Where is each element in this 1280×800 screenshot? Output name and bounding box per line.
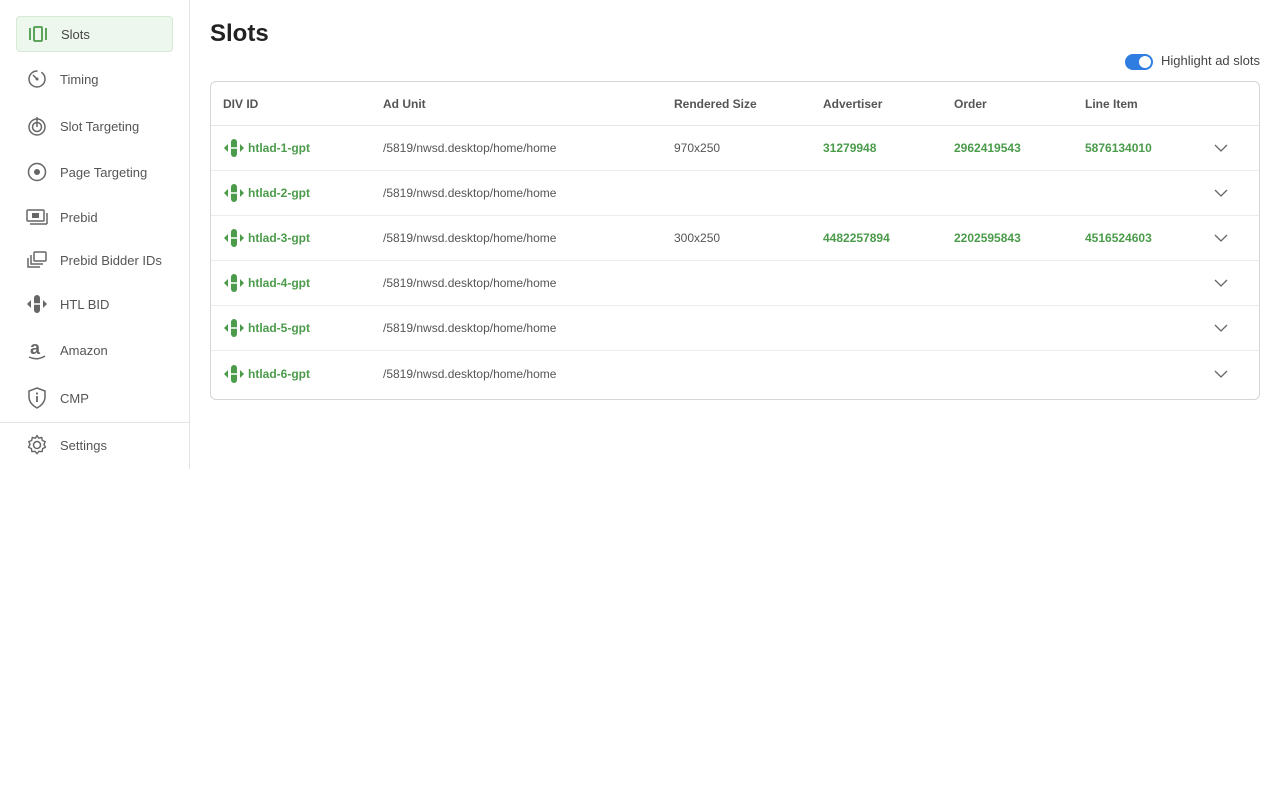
div-id-cell: htlad-5-gpt (223, 317, 310, 339)
sidebar-item-htl-bid[interactable]: HTL BID (16, 286, 173, 322)
svg-text:a: a (30, 339, 41, 358)
page-title: Slots (210, 20, 269, 47)
gpt-slot-icon (223, 272, 245, 294)
line-item-link[interactable]: 5876134010 (1085, 141, 1152, 155)
div-id-text: htlad-3-gpt (248, 231, 310, 245)
timing-icon (26, 68, 48, 90)
sidebar-item-label: Slot Targeting (60, 118, 140, 134)
sidebar-item-prebid[interactable]: Prebid (16, 199, 173, 235)
gpt-slot-icon (223, 182, 245, 204)
cmp-shield-icon (26, 387, 48, 409)
div-id-cell: htlad-4-gpt (223, 272, 310, 294)
table-row[interactable]: htlad-5-gpt /5819/nwsd.desktop/home/home (211, 306, 1259, 351)
gpt-slot-icon (223, 317, 245, 339)
advertiser-link[interactable]: 31279948 (823, 141, 876, 155)
sidebar-item-cmp[interactable]: CMP (16, 380, 173, 416)
sidebar-item-settings[interactable]: Settings (16, 427, 173, 463)
sidebar-item-label: Prebid (60, 209, 98, 225)
sidebar-item-timing[interactable]: Timing (16, 61, 173, 97)
sidebar-item-prebid-bidder-ids[interactable]: Prebid Bidder IDs (16, 242, 173, 278)
sidebar-item-label: Prebid Bidder IDs (60, 252, 162, 268)
ad-unit-cell: /5819/nwsd.desktop/home/home (383, 231, 557, 245)
sidebar-item-label: Amazon (60, 342, 108, 358)
div-id-text: htlad-2-gpt (248, 186, 310, 200)
gpt-slot-icon (223, 227, 245, 249)
rendered-size-cell: 970x250 (674, 141, 721, 155)
sidebar-item-label: Page Targeting (60, 164, 148, 180)
slot-targeting-icon (26, 115, 48, 137)
div-id-text: htlad-5-gpt (248, 321, 310, 335)
sidebar-divider (0, 422, 190, 423)
div-id-text: htlad-6-gpt (248, 366, 310, 381)
chevron-down-icon[interactable] (1211, 364, 1231, 384)
slots-table: DIV ID Ad Unit Rendered Size Advertiser … (210, 81, 1260, 400)
gpt-slot-icon (223, 137, 245, 159)
chevron-down-icon[interactable] (1211, 138, 1231, 158)
div-id-text: htlad-1-gpt (248, 141, 310, 155)
htl-bid-icon (26, 293, 48, 315)
ad-unit-cell: /5819/nwsd.desktop/home/home (383, 186, 557, 200)
div-id-cell: htlad-6-gpt (223, 363, 310, 385)
toggle-knob (1139, 56, 1151, 68)
line-item-link[interactable]: 4516524603 (1085, 231, 1152, 245)
div-id-text: htlad-4-gpt (248, 276, 310, 290)
ad-unit-cell: /5819/nwsd.desktop/home/home (383, 366, 557, 381)
table-row[interactable]: htlad-4-gpt /5819/nwsd.desktop/home/home (211, 261, 1259, 306)
sidebar-item-label: CMP (60, 390, 89, 406)
prebid-bidder-ids-icon (26, 249, 48, 271)
column-header-ad-unit: Ad Unit (383, 96, 426, 111)
rendered-size-cell: 300x250 (674, 231, 721, 245)
column-header-line-item: Line Item (1085, 96, 1138, 111)
slots-icon (27, 23, 49, 45)
sidebar-item-slots[interactable]: Slots (16, 16, 173, 52)
ad-unit-cell: /5819/nwsd.desktop/home/home (383, 321, 557, 335)
table-row[interactable]: htlad-6-gpt /5819/nwsd.desktop/home/home (211, 351, 1259, 396)
chevron-down-icon[interactable] (1211, 183, 1231, 203)
highlight-ad-slots-toggle[interactable] (1125, 54, 1153, 70)
gpt-slot-icon (223, 363, 245, 385)
sidebar-item-page-targeting[interactable]: Page Targeting (16, 154, 173, 190)
amazon-icon: a (26, 339, 48, 361)
div-id-cell: htlad-1-gpt (223, 137, 310, 159)
div-id-cell: htlad-3-gpt (223, 227, 310, 249)
column-header-order: Order (954, 96, 987, 111)
chevron-down-icon[interactable] (1211, 318, 1231, 338)
table-row[interactable]: htlad-2-gpt /5819/nwsd.desktop/home/home (211, 171, 1259, 216)
sidebar-item-label: HTL BID (60, 296, 110, 312)
sidebar-item-amazon[interactable]: a Amazon (16, 332, 173, 368)
ad-unit-cell: /5819/nwsd.desktop/home/home (383, 141, 557, 155)
highlight-ad-slots-label: Highlight ad slots (1161, 52, 1260, 68)
gear-icon (26, 434, 48, 456)
table-header-row: DIV ID Ad Unit Rendered Size Advertiser … (211, 82, 1259, 126)
sidebar-item-slot-targeting[interactable]: Slot Targeting (16, 108, 173, 144)
order-link[interactable]: 2202595843 (954, 231, 1021, 245)
div-id-cell: htlad-2-gpt (223, 182, 310, 204)
table-row[interactable]: htlad-3-gpt /5819/nwsd.desktop/home/home… (211, 216, 1259, 261)
ad-unit-cell: /5819/nwsd.desktop/home/home (383, 276, 557, 290)
advertiser-link[interactable]: 4482257894 (823, 231, 890, 245)
chevron-down-icon[interactable] (1211, 273, 1231, 293)
sidebar: Slots Timing Slot Targeting Page Targeti… (0, 0, 190, 469)
table-row[interactable]: htlad-1-gpt /5819/nwsd.desktop/home/home… (211, 126, 1259, 171)
page-targeting-icon (26, 161, 48, 183)
order-link[interactable]: 2962419543 (954, 141, 1021, 155)
column-header-rendered-size: Rendered Size (674, 96, 757, 111)
chevron-down-icon[interactable] (1211, 228, 1231, 248)
sidebar-item-label: Slots (61, 26, 90, 42)
highlight-ad-slots-toggle-group: Highlight ad slots (1125, 50, 1260, 70)
sidebar-item-label: Settings (60, 437, 107, 453)
column-header-advertiser: Advertiser (823, 96, 883, 111)
column-header-div-id: DIV ID (223, 96, 259, 111)
sidebar-item-label: Timing (60, 71, 99, 87)
prebid-icon (26, 206, 48, 228)
